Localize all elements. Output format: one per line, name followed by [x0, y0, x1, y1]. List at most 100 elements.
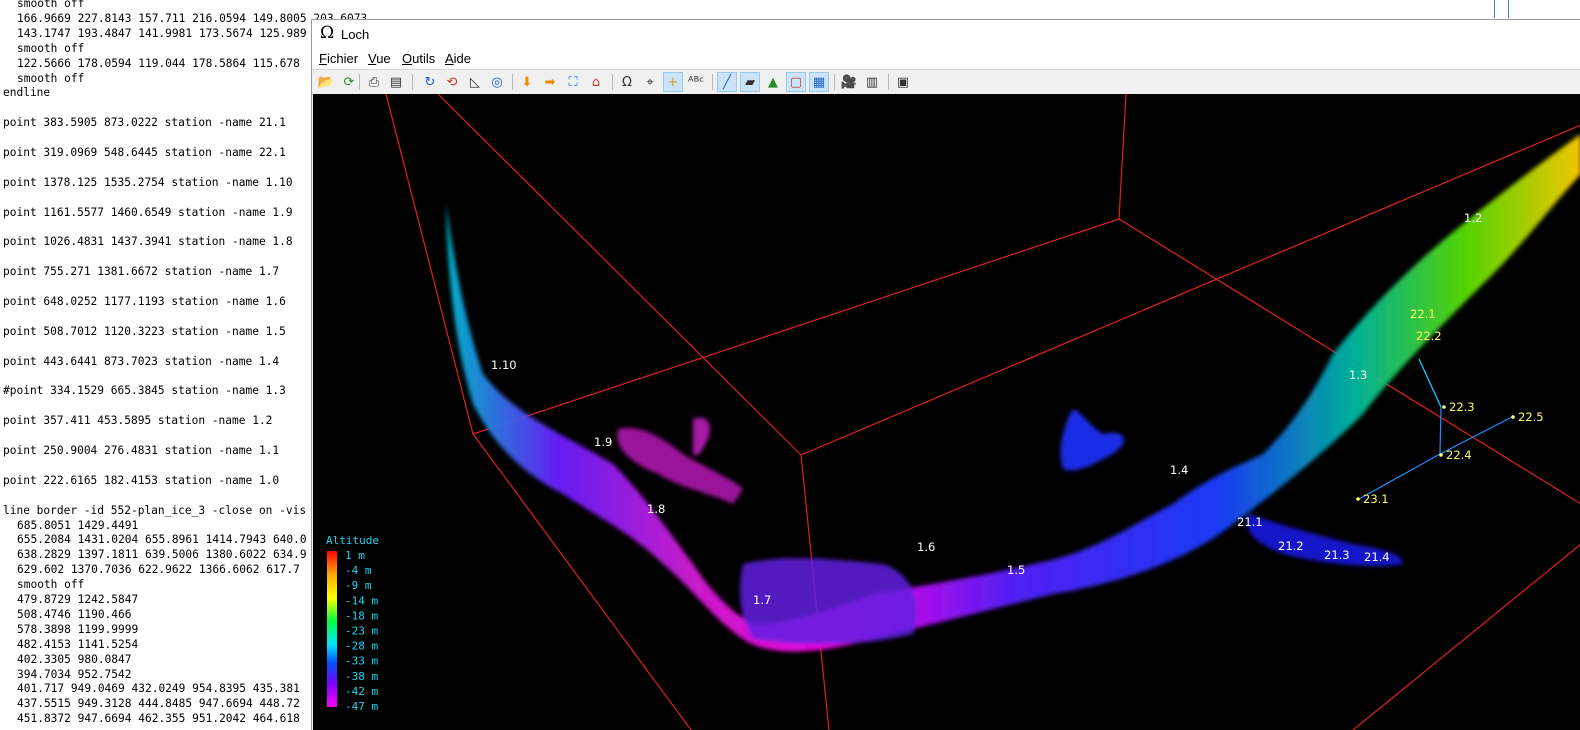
- home-icon[interactable]: ⌂: [586, 72, 606, 92]
- editor-line: 451.8372 947.6694 462.355 951.2042 464.6…: [17, 712, 300, 726]
- editor-line: point 1378.125 1535.2754 station -name 1…: [3, 175, 293, 189]
- menu-fichier[interactable]: Fichier: [319, 51, 358, 66]
- print-icon[interactable]: ⎙: [364, 72, 384, 92]
- station-label[interactable]: 1.7: [753, 593, 771, 607]
- station-label[interactable]: 22.4: [1446, 448, 1472, 462]
- station-label[interactable]: 22.5: [1518, 410, 1544, 424]
- legend-entry: -42 m: [345, 685, 378, 698]
- editor-line: smooth off: [17, 578, 85, 592]
- toolbar-separator: [612, 74, 613, 90]
- window-title: Loch: [341, 27, 370, 42]
- station-marker: [1511, 415, 1515, 419]
- station-label[interactable]: 1.9: [594, 435, 612, 449]
- info-icon[interactable]: ▥: [862, 72, 882, 92]
- stations-icon[interactable]: ⌖: [640, 72, 660, 92]
- legend-entry: -18 m: [345, 609, 378, 622]
- editor-line: 482.4153 1141.5254: [17, 637, 139, 651]
- editor-line: point 1161.5577 1460.6549 station -name …: [3, 205, 293, 219]
- station-marker: [1356, 497, 1360, 501]
- legend-title: Altitude: [326, 534, 379, 547]
- stereo-icon[interactable]: ◎: [487, 72, 507, 92]
- editor-line: 578.3898 1199.9999: [17, 622, 139, 636]
- loch-window: Ω Loch Fichier Vue Outils Aide 📂 ⟳ ⎙ ▤ ↻ ⟲ ◺ ◎ ⬇…: [311, 19, 1580, 730]
- editor-line: smooth off: [17, 71, 85, 85]
- rotate-lock-icon[interactable]: ⟲: [442, 72, 462, 92]
- omega-icon: Ω: [320, 23, 335, 43]
- editor-line: point 755.271 1381.6672 station -name 1.…: [3, 265, 280, 279]
- view-down-icon[interactable]: ⬇: [517, 72, 537, 92]
- station-label[interactable]: 1.5: [1007, 563, 1025, 577]
- editor-line: smooth off: [17, 41, 85, 55]
- station-label[interactable]: 21.4: [1364, 550, 1390, 564]
- editor-line: 402.3305 980.0847: [17, 652, 132, 666]
- cave-3d-scene[interactable]: 1.10 1.9 1.8 1.7 1.6 1.5 1.4 1.3 1.2 22.1 22.2 22.3…: [313, 94, 1580, 730]
- view-right-icon[interactable]: ➡: [540, 72, 560, 92]
- editor-line: point 250.9004 276.4831 station -name 1.…: [3, 444, 280, 457]
- editor-line: endline: [3, 86, 51, 100]
- bbox-icon[interactable]: ▢: [786, 72, 806, 92]
- toolbar-separator: [359, 74, 360, 90]
- station-label[interactable]: 1.3: [1349, 368, 1367, 382]
- altitude-legend: Altitude 1 m -4 m -9 m -14 m -18 m -23 m -28 m…: [326, 534, 379, 713]
- fullscreen-icon[interactable]: ▣: [893, 72, 913, 92]
- editor-line: 655.2084 1431.0204 655.8961 1414.7943 64…: [17, 533, 307, 547]
- zoom-extents-icon[interactable]: ⛶: [563, 72, 583, 92]
- camera-icon[interactable]: 🎥: [839, 72, 859, 92]
- station-label[interactable]: 1.10: [491, 358, 517, 372]
- background-window-edge: [1494, 0, 1580, 18]
- editor-line: 122.5666 178.0594 119.044 178.5864 115.6…: [17, 56, 300, 70]
- export-icon[interactable]: ▤: [386, 72, 406, 92]
- editor-line: point 357.411 453.5895 station -name 1.2: [3, 414, 273, 428]
- legend-entry: -23 m: [345, 625, 378, 638]
- rotate-icon[interactable]: ↻: [420, 72, 440, 92]
- labels-icon[interactable]: ᴬᴮᶜ: [686, 72, 706, 92]
- station-label[interactable]: 1.2: [1464, 211, 1482, 225]
- menu-outils[interactable]: Outils: [402, 51, 435, 66]
- station-label[interactable]: 23.1: [1363, 492, 1389, 506]
- menu-vue[interactable]: Vue: [368, 51, 391, 66]
- editor-line: 143.1747 193.4847 141.9981 173.5674 125.…: [17, 26, 307, 40]
- legend-entry: -33 m: [345, 655, 378, 668]
- editor-line: point 383.5905 873.0222 station -name 21…: [3, 116, 286, 130]
- station-label[interactable]: 22.2: [1416, 329, 1442, 343]
- legend-entry: 1 m: [345, 549, 365, 562]
- station-label[interactable]: 21.3: [1324, 548, 1350, 562]
- title-bar[interactable]: Ω Loch: [312, 20, 1580, 48]
- editor-line: 479.8729 1242.5847: [17, 593, 139, 606]
- station-marker: [1442, 405, 1446, 409]
- legend-entry: -14 m: [345, 594, 378, 607]
- legend-color-bar: [327, 551, 337, 707]
- editor-line: #point 334.1529 665.3845 station -name 1…: [3, 384, 286, 398]
- station-label[interactable]: 21.2: [1278, 539, 1304, 553]
- toolbar-separator: [712, 74, 713, 90]
- toolbar-separator: [412, 74, 413, 90]
- station-label[interactable]: 1.8: [647, 502, 665, 516]
- legend-entry: -28 m: [345, 640, 378, 653]
- editor-line: smooth off: [17, 0, 85, 10]
- station-label[interactable]: 21.1: [1237, 515, 1263, 529]
- legend-icon[interactable]: ▦: [809, 72, 829, 92]
- centerline-icon[interactable]: Ω: [617, 72, 637, 92]
- toolbar-separator: [512, 74, 513, 90]
- legend-entry: -38 m: [345, 670, 378, 683]
- editor-line: point 319.0969 548.6445 station -name 22…: [3, 146, 286, 159]
- surface-icon[interactable]: ▲: [763, 72, 783, 92]
- station-label[interactable]: 1.4: [1170, 463, 1188, 477]
- station-label[interactable]: 22.3: [1449, 400, 1475, 414]
- 3d-viewport[interactable]: 1.10 1.9 1.8 1.7 1.6 1.5 1.4 1.3 1.2 22.1 22.2 22.3…: [313, 94, 1580, 730]
- station-label[interactable]: 22.1: [1410, 307, 1436, 321]
- legend-entry: -4 m: [345, 564, 372, 577]
- editor-line: point 222.6165 182.4153 station -name 1.…: [3, 473, 280, 487]
- station-label[interactable]: 1.6: [917, 540, 935, 554]
- entrances-icon[interactable]: +: [663, 72, 683, 92]
- editor-line: 638.2829 1397.1811 639.5006 1380.6022 63…: [17, 548, 307, 562]
- walls-icon[interactable]: ╱: [717, 72, 737, 92]
- menu-aide[interactable]: Aide: [445, 51, 471, 66]
- splays-icon[interactable]: ▰: [740, 72, 760, 92]
- station-dots: [1356, 405, 1515, 501]
- toolbar-separator: [888, 74, 889, 90]
- menu-bar: Fichier Vue Outils Aide: [312, 48, 1580, 69]
- open-icon[interactable]: 📂: [316, 72, 336, 92]
- tilt-icon[interactable]: ◺: [465, 72, 485, 92]
- reload-icon[interactable]: ⟳: [339, 72, 359, 92]
